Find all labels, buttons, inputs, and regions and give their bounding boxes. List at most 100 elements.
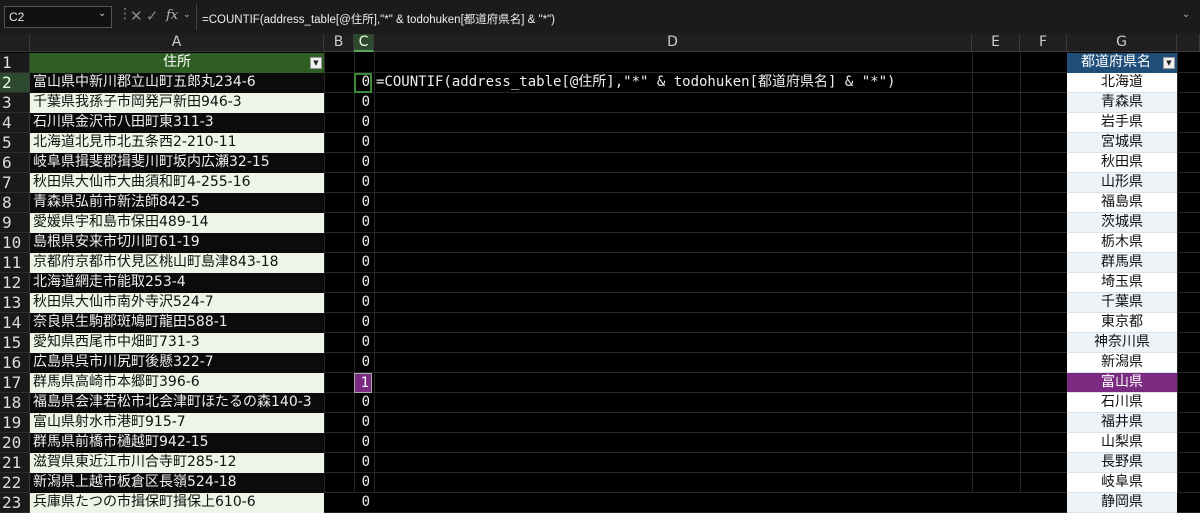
col-header-a[interactable]: A — [30, 34, 324, 52]
count-cell[interactable]: 0 — [354, 153, 372, 173]
col-header-f[interactable]: F — [1020, 34, 1067, 52]
fx-chevron-icon[interactable]: ⌄ — [183, 10, 191, 20]
col-header-d[interactable]: D — [374, 34, 972, 52]
address-cell[interactable]: 青森県弘前市新法師842-5 — [30, 193, 324, 213]
count-cell[interactable]: 0 — [354, 173, 372, 193]
row-header[interactable]: 5 — [0, 133, 30, 153]
prefecture-cell[interactable]: 新潟県 — [1067, 353, 1177, 373]
row-header[interactable]: 14 — [0, 313, 30, 333]
count-cell[interactable]: 0 — [354, 273, 372, 293]
prefecture-cell[interactable]: 福井県 — [1067, 413, 1177, 433]
address-cell[interactable]: 北海道北見市北五条西2-210-11 — [30, 133, 324, 153]
address-cell[interactable]: 群馬県高崎市本郷町396-6 — [30, 373, 324, 393]
count-cell[interactable]: 0 — [354, 453, 372, 473]
col-header-b[interactable]: B — [324, 34, 354, 52]
row-header[interactable]: 18 — [0, 393, 30, 413]
count-cell[interactable]: 0 — [354, 413, 372, 433]
count-cell[interactable]: 0 — [354, 493, 372, 513]
chevron-down-icon[interactable]: ⌄ — [98, 8, 106, 19]
row-header[interactable]: 22 — [0, 473, 30, 493]
cancel-x-icon[interactable]: ✕ — [130, 7, 143, 25]
address-cell[interactable]: 千葉県我孫子市岡発戸新田946-3 — [30, 93, 324, 113]
row-header[interactable]: 12 — [0, 273, 30, 293]
address-cell[interactable]: 富山県中新川郡立山町五郎丸234-6 — [30, 73, 324, 93]
filter-dropdown-icon[interactable]: ▼ — [310, 57, 322, 69]
row-header[interactable]: 6 — [0, 153, 30, 173]
count-cell[interactable]: 0 — [354, 473, 372, 493]
address-cell[interactable]: 新潟県上越市板倉区長嶺524-18 — [30, 473, 324, 493]
row-header[interactable]: 8 — [0, 193, 30, 213]
count-cell[interactable]: 1 — [354, 373, 372, 393]
address-cell[interactable]: 福島県会津若松市北会津町ほたるの森140-3 — [30, 393, 324, 413]
prefecture-cell[interactable]: 茨城県 — [1067, 213, 1177, 233]
row-header[interactable]: 17 — [0, 373, 30, 393]
address-cell[interactable]: 岐阜県揖斐郡揖斐川町坂内広瀬32-15 — [30, 153, 324, 173]
row-header[interactable]: 10 — [0, 233, 30, 253]
prefecture-cell[interactable]: 秋田県 — [1067, 153, 1177, 173]
address-cell[interactable]: 秋田県大仙市大曲須和町4-255-16 — [30, 173, 324, 193]
row-header[interactable]: 3 — [0, 93, 30, 113]
prefecture-cell[interactable]: 神奈川県 — [1067, 333, 1177, 353]
prefecture-cell[interactable]: 北海道 — [1067, 73, 1177, 93]
formula-input[interactable]: =COUNTIF(address_table[@住所],"*" & todohu… — [202, 11, 555, 27]
row-header[interactable]: 13 — [0, 293, 30, 313]
row-header[interactable]: 23 — [0, 493, 30, 513]
row-header[interactable]: 7 — [0, 173, 30, 193]
address-cell[interactable]: 石川県金沢市八田町東311-3 — [30, 113, 324, 133]
address-table-header[interactable]: 住所 — [30, 53, 324, 73]
address-cell[interactable]: 富山県射水市港町915-7 — [30, 413, 324, 433]
select-all-corner[interactable] — [0, 34, 30, 52]
prefecture-cell[interactable]: 石川県 — [1067, 393, 1177, 413]
count-cell[interactable]: 0 — [354, 233, 372, 253]
address-cell[interactable]: 滋賀県東近江市川合寺町285-12 — [30, 453, 324, 473]
prefecture-cell[interactable]: 静岡県 — [1067, 493, 1177, 513]
count-cell[interactable]: 0 — [354, 333, 372, 353]
confirm-check-icon[interactable]: ✓ — [146, 7, 159, 25]
count-cell[interactable]: 0 — [354, 213, 372, 233]
prefecture-table-header[interactable]: 都道府県名 — [1067, 53, 1177, 73]
col-header-g[interactable]: G — [1067, 34, 1177, 52]
address-cell[interactable]: 愛媛県宇和島市保田489-14 — [30, 213, 324, 233]
prefecture-cell[interactable]: 東京都 — [1067, 313, 1177, 333]
prefecture-cell[interactable]: 山形県 — [1067, 173, 1177, 193]
count-cell[interactable]: 0 — [354, 253, 372, 273]
address-cell[interactable]: 秋田県大仙市南外寺沢524-7 — [30, 293, 324, 313]
prefecture-cell[interactable]: 岐阜県 — [1067, 473, 1177, 493]
row-header[interactable]: 2 — [0, 73, 30, 93]
address-cell[interactable]: 島根県安来市切川町61-19 — [30, 233, 324, 253]
count-cell[interactable]: 0 — [354, 193, 372, 213]
row-header[interactable]: 19 — [0, 413, 30, 433]
row-header[interactable]: 9 — [0, 213, 30, 233]
row-header[interactable]: 20 — [0, 433, 30, 453]
prefecture-cell[interactable]: 千葉県 — [1067, 293, 1177, 313]
count-cell[interactable]: 0 — [354, 93, 372, 113]
name-box[interactable]: C2 — [4, 6, 112, 28]
row-header[interactable]: 21 — [0, 453, 30, 473]
prefecture-cell[interactable]: 富山県 — [1067, 373, 1177, 393]
count-cell[interactable]: 0 — [354, 433, 372, 453]
fx-icon[interactable]: fx — [166, 8, 178, 23]
count-cell[interactable]: 0 — [354, 313, 372, 333]
address-cell[interactable]: 群馬県前橋市樋越町942-15 — [30, 433, 324, 453]
col-header-c[interactable]: C — [354, 34, 374, 52]
address-cell[interactable]: 広島県呉市川尻町後懸322-7 — [30, 353, 324, 373]
prefecture-cell[interactable]: 青森県 — [1067, 93, 1177, 113]
row-header[interactable]: 15 — [0, 333, 30, 353]
count-cell[interactable]: 0 — [354, 113, 372, 133]
count-cell[interactable]: 0 — [354, 293, 372, 313]
count-cell[interactable]: 0 — [354, 353, 372, 373]
formula-text-cell-d2[interactable]: =COUNTIF(address_table[@住所],"*" & todohu… — [376, 73, 895, 92]
prefecture-cell[interactable]: 岩手県 — [1067, 113, 1177, 133]
address-cell[interactable]: 奈良県生駒郡斑鳩町龍田588-1 — [30, 313, 324, 333]
row-header[interactable]: 11 — [0, 253, 30, 273]
prefecture-cell[interactable]: 福島県 — [1067, 193, 1177, 213]
address-cell[interactable]: 愛知県西尾市中畑町731-3 — [30, 333, 324, 353]
col-header-h[interactable] — [1177, 34, 1200, 52]
prefecture-cell[interactable]: 埼玉県 — [1067, 273, 1177, 293]
col-header-e[interactable]: E — [972, 34, 1020, 52]
prefecture-cell[interactable]: 群馬県 — [1067, 253, 1177, 273]
prefecture-cell[interactable]: 栃木県 — [1067, 233, 1177, 253]
expand-chevron-icon[interactable]: ⌄ — [1182, 9, 1190, 20]
active-cell-c2[interactable]: 0 — [354, 73, 372, 93]
prefecture-cell[interactable]: 長野県 — [1067, 453, 1177, 473]
